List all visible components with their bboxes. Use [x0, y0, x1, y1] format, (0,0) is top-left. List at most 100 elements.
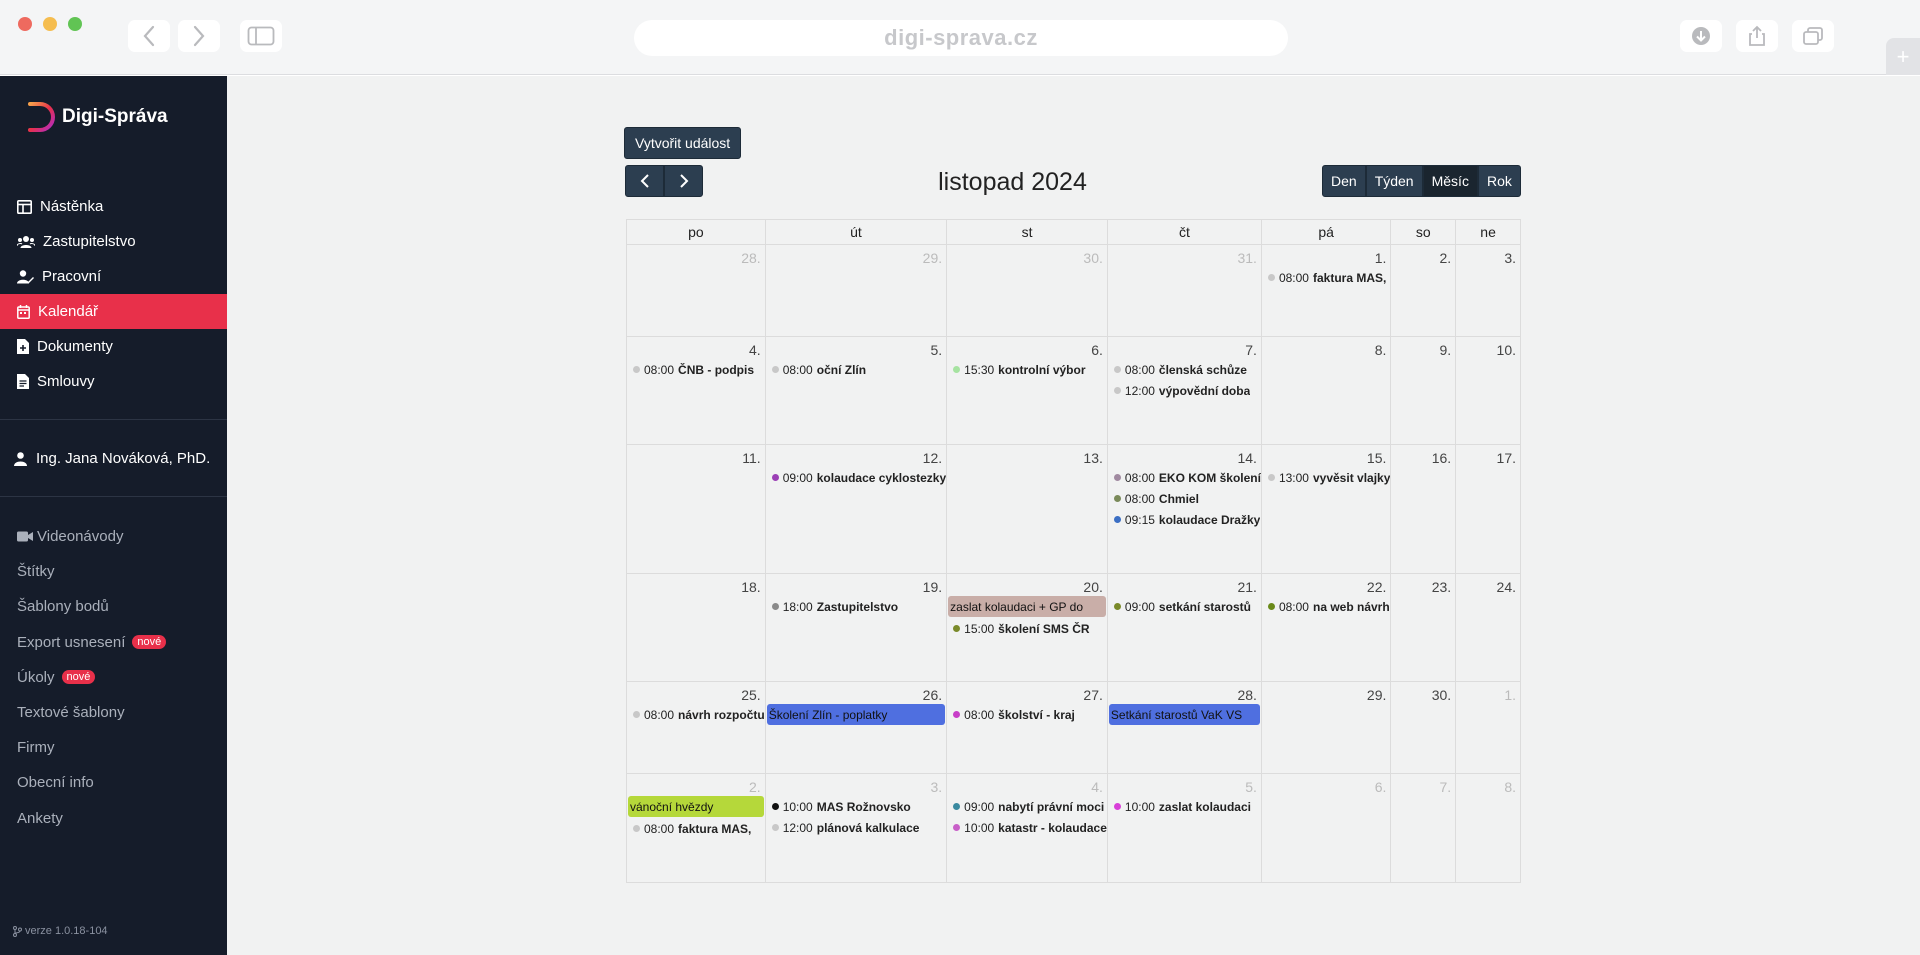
day-number[interactable]: 11. [627, 445, 765, 467]
day-number[interactable]: 15. [1262, 445, 1390, 467]
day-number[interactable]: 6. [1262, 774, 1390, 796]
calendar-event[interactable]: 08:00 školství - kraj [947, 704, 1107, 725]
day-number[interactable]: 28. [1108, 682, 1261, 704]
day-cell[interactable]: 8. [1455, 773, 1521, 883]
calendar-event[interactable]: 08:00 ČNB - podpis [627, 359, 765, 380]
day-number[interactable]: 29. [1262, 682, 1390, 704]
day-cell[interactable]: 3. 10:00 MAS Rožnovsko 12:00 plánová kalkula… [764, 773, 948, 883]
calendar-event[interactable]: 09:15 kolaudace Dražky [1108, 509, 1261, 530]
sidebar-item-firmy[interactable]: Firmy [0, 730, 227, 765]
day-number[interactable]: 26. [766, 682, 946, 704]
view-month-button[interactable]: Měsíc [1422, 165, 1478, 197]
sidebar-item-videonavody[interactable]: Videonávody [0, 519, 227, 554]
calendar-event[interactable]: 15:30 kontrolní výbor [947, 359, 1107, 380]
day-number[interactable]: 2. [1391, 245, 1455, 267]
tabs-overview-button[interactable] [1792, 20, 1834, 52]
day-cell[interactable]: 27. 08:00 školství - kraj [946, 681, 1108, 774]
forward-button[interactable] [178, 20, 220, 52]
day-cell[interactable]: 11. [626, 444, 766, 574]
day-cell[interactable]: 19. 18:00 Zastupitelstvo [764, 573, 948, 682]
downloads-button[interactable] [1680, 20, 1722, 52]
day-cell[interactable]: 18. [626, 573, 766, 682]
sidebar-item-sablony-bodu[interactable]: Šablony bodů [0, 589, 227, 624]
view-year-button[interactable]: Rok [1477, 165, 1521, 197]
sidebar-item-pracovni[interactable]: Pracovní [0, 259, 227, 294]
day-cell[interactable]: 6. [1260, 773, 1392, 883]
day-cell[interactable]: 29. [1260, 681, 1392, 774]
day-number[interactable]: 7. [1391, 774, 1455, 796]
day-cell[interactable]: 8. [1260, 336, 1392, 445]
minimize-window-button[interactable] [43, 17, 57, 31]
day-number[interactable]: 3. [766, 774, 946, 796]
calendar-event[interactable]: 08:00 faktura MAS, [1262, 267, 1390, 288]
calendar-event[interactable]: 09:00 nabytí právní moci [947, 796, 1107, 817]
day-number[interactable]: 4. [947, 774, 1107, 796]
calendar-event[interactable]: 09:00 kolaudace cyklostezky [766, 467, 946, 488]
day-cell[interactable]: 13. [946, 444, 1108, 574]
calendar-event[interactable]: 08:00 Chmiel [1108, 488, 1261, 509]
day-cell[interactable]: 31. [1106, 244, 1262, 337]
calendar-event-bar[interactable]: Školení Zlín - poplatky [766, 704, 946, 725]
day-number[interactable]: 4. [627, 337, 765, 359]
day-number[interactable]: 30. [947, 245, 1107, 267]
calendar-event[interactable]: 08:00 oční Zlín [766, 359, 946, 380]
day-cell[interactable]: 17. [1455, 444, 1521, 574]
day-number[interactable]: 27. [947, 682, 1107, 704]
day-cell[interactable]: 28. Setkání starostů VaK VS [1106, 681, 1262, 774]
day-number[interactable]: 10. [1456, 337, 1520, 359]
calendar-event[interactable]: 18:00 Zastupitelstvo [766, 596, 946, 617]
day-cell[interactable]: 7. [1390, 773, 1457, 883]
calendar-event[interactable]: 08:00 návrh rozpočtu [627, 704, 765, 725]
day-cell[interactable]: 16. [1390, 444, 1457, 574]
day-number[interactable]: 8. [1262, 337, 1390, 359]
day-cell[interactable]: 10. [1455, 336, 1521, 445]
day-cell[interactable]: 9. [1390, 336, 1457, 445]
calendar-event[interactable]: 10:00 katastr - kolaudace [947, 817, 1107, 838]
day-number[interactable]: 8. [1456, 774, 1520, 796]
day-number[interactable]: 23. [1391, 574, 1455, 596]
day-cell[interactable]: 12. 09:00 kolaudace cyklostezky [764, 444, 948, 574]
calendar-event-bar[interactable]: Setkání starostů VaK VS [1108, 704, 1260, 725]
day-cell[interactable]: 5. 10:00 zaslat kolaudaci [1106, 773, 1262, 883]
day-number[interactable]: 5. [1108, 774, 1261, 796]
day-cell[interactable]: 4. 09:00 nabytí právní moci 10:00 katastr - … [946, 773, 1108, 883]
day-number[interactable]: 20. [947, 574, 1107, 596]
calendar-event[interactable]: 13:00 vyvěsit vlajky [1262, 467, 1390, 488]
day-cell[interactable]: 2. [1390, 244, 1457, 337]
day-cell[interactable]: 28. [626, 244, 766, 337]
view-week-button[interactable]: Týden [1365, 165, 1423, 197]
calendar-event[interactable]: 10:00 zaslat kolaudaci [1108, 796, 1261, 817]
sidebar-item-ukoly[interactable]: Úkoly nové [0, 660, 227, 695]
day-number[interactable]: 2. [627, 774, 765, 796]
day-cell[interactable]: 30. [1390, 681, 1457, 774]
day-number[interactable]: 18. [627, 574, 765, 596]
day-number[interactable]: 24. [1456, 574, 1520, 596]
calendar-event-bar[interactable]: vánoční hvězdy [628, 796, 764, 817]
calendar-event-bar[interactable]: zaslat kolaudaci + GP do [948, 596, 1106, 617]
day-number[interactable]: 1. [1262, 245, 1390, 267]
day-number[interactable]: 21. [1108, 574, 1261, 596]
day-number[interactable]: 29. [766, 245, 946, 267]
day-number[interactable]: 1. [1456, 682, 1520, 704]
day-cell[interactable]: 24. [1455, 573, 1521, 682]
day-number[interactable]: 30. [1391, 682, 1455, 704]
day-cell[interactable]: 4. 08:00 ČNB - podpis [626, 336, 766, 445]
close-window-button[interactable] [18, 17, 32, 31]
day-number[interactable]: 16. [1391, 445, 1455, 467]
day-cell[interactable]: 7. 08:00 členská schůze 12:00 výpovědní doba [1106, 336, 1262, 445]
day-number[interactable]: 14. [1108, 445, 1261, 467]
sidebar-item-obecni-info[interactable]: Obecní info [0, 765, 227, 800]
day-number[interactable]: 31. [1108, 245, 1261, 267]
sidebar-item-zastupitelstvo[interactable]: Zastupitelstvo [0, 224, 227, 259]
day-cell[interactable]: 3. [1455, 244, 1521, 337]
day-cell[interactable]: 20. zaslat kolaudaci + GP do 15:00 školení … [946, 573, 1108, 682]
day-number[interactable]: 22. [1262, 574, 1390, 596]
day-cell[interactable]: 2. vánoční hvězdy 08:00 faktura MAS, [626, 773, 766, 883]
calendar-event[interactable]: 10:00 MAS Rožnovsko [766, 796, 946, 817]
back-button[interactable] [128, 20, 170, 52]
day-number[interactable]: 12. [766, 445, 946, 467]
calendar-event[interactable]: 08:00 na web návrh [1262, 596, 1390, 617]
day-cell[interactable]: 14. 08:00 EKO KOM školení 08:00 Chmiel 09:15 k… [1106, 444, 1262, 574]
calendar-event[interactable]: 08:00 EKO KOM školení [1108, 467, 1261, 488]
day-cell[interactable]: 23. [1390, 573, 1457, 682]
